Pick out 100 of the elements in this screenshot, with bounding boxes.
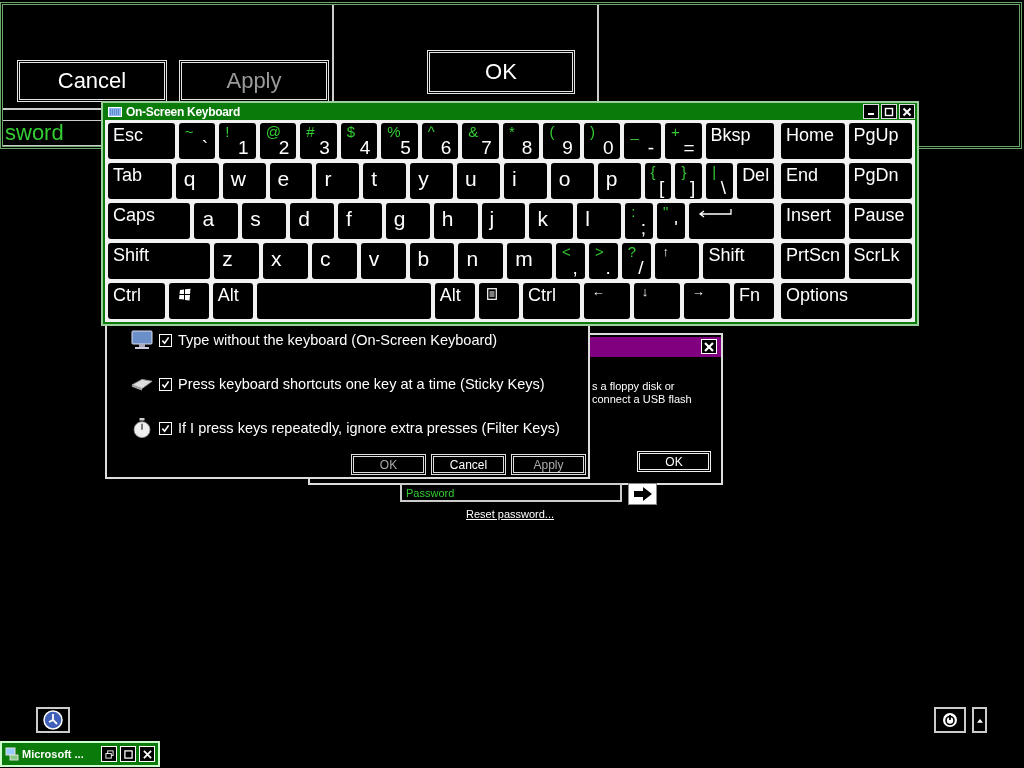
reset-password-link[interactable]: Reset password... [466, 508, 555, 520]
computer-icon [5, 747, 19, 761]
options-arrow-button[interactable] [972, 707, 987, 733]
keyboard-key[interactable]: Caps [108, 203, 191, 239]
keyboard-key[interactable]: } ] [675, 163, 703, 199]
keyboard-key[interactable]: > . [588, 243, 618, 279]
keyboard-key[interactable]: b [409, 243, 455, 279]
checkbox[interactable] [159, 421, 172, 435]
keyboard-key[interactable]: o [550, 163, 594, 199]
keyboard-key[interactable]: a [194, 203, 239, 239]
restore-button[interactable] [101, 746, 117, 762]
checkbox[interactable] [159, 333, 172, 347]
keyboard-key[interactable]: u [457, 163, 500, 199]
keyboard-key[interactable]: Alt [434, 283, 475, 319]
keyboard-key[interactable]: % 5 [381, 123, 418, 159]
minimized-window[interactable]: Microsoft ... [0, 741, 160, 767]
dialog-button[interactable]: Cancel [431, 454, 506, 475]
keyboard-key[interactable] [688, 203, 775, 239]
keyboard-key[interactable]: i [503, 163, 547, 199]
keyboard-key[interactable]: e [269, 163, 313, 199]
keyboard-key[interactable]: # 3 [300, 123, 337, 159]
ok-button[interactable]: OK [637, 451, 711, 472]
keyboard-key[interactable]: Pause [848, 203, 912, 239]
keyboard-key[interactable]: PgDn [848, 163, 912, 199]
keyboard-key[interactable]: ! 1 [219, 123, 256, 159]
keyboard-key[interactable]: End [781, 163, 845, 199]
keyboard-key[interactable]: Del [737, 163, 774, 199]
keyboard-key[interactable]: ~ ` [178, 123, 216, 159]
keyboard-key[interactable]: s [242, 203, 287, 239]
keyboard-key[interactable]: m [507, 243, 553, 279]
keyboard-key[interactable]: Ctrl [523, 283, 580, 319]
keyboard-key[interactable]: w [222, 163, 266, 199]
keyboard-icon [108, 106, 122, 117]
minimize-button[interactable] [863, 104, 879, 119]
keyboard-key[interactable]: c [311, 243, 357, 279]
power-icon [942, 712, 958, 728]
ease-of-access-button[interactable] [36, 707, 70, 733]
password-field[interactable]: Password [400, 483, 622, 502]
keyboard-key[interactable]: : ; [625, 203, 653, 239]
keyboard-key[interactable]: Shift [108, 243, 211, 279]
keyboard-key[interactable]: k [529, 203, 574, 239]
keyboard-key[interactable]: → [683, 283, 730, 319]
keyboard-key[interactable]: * 8 [502, 123, 540, 159]
keyboard-key[interactable]: h [433, 203, 478, 239]
keyboard-key[interactable]: ( 9 [543, 123, 580, 159]
keyboard-key[interactable]: z [214, 243, 260, 279]
keyboard-key[interactable]: n [458, 243, 504, 279]
keyboard-key[interactable]: p [597, 163, 641, 199]
keyboard-key[interactable]: ) 0 [583, 123, 621, 159]
keyboard-key[interactable]: Ctrl [108, 283, 165, 319]
keyboard-key[interactable]: & 7 [462, 123, 499, 159]
keyboard-key[interactable]: q [175, 163, 219, 199]
maximize-icon [123, 749, 133, 759]
keyboard-key[interactable]: { [ [644, 163, 672, 199]
keyboard-key[interactable]: Shift [703, 243, 774, 279]
keyboard-key[interactable]: Bksp [705, 123, 774, 159]
keyboard-key[interactable]: @ 2 [259, 123, 297, 159]
keyboard-key[interactable]: v [360, 243, 406, 279]
ok-button[interactable]: OK [427, 50, 575, 94]
keyboard-key[interactable]: ↑ [654, 243, 700, 279]
keyboard-key[interactable]: ↓ [633, 283, 680, 319]
keyboard-key[interactable] [478, 283, 519, 319]
keyboard-key[interactable]: PgUp [848, 123, 912, 159]
keyboard-key[interactable]: d [290, 203, 334, 239]
keyboard-key[interactable]: < , [556, 243, 585, 279]
keyboard-key[interactable]: " ' [657, 203, 685, 239]
keyboard-key[interactable]: ScrLk [848, 243, 912, 279]
keyboard-key[interactable]: y [410, 163, 453, 199]
keyboard-key[interactable]: PrtScn [781, 243, 845, 279]
window-title: On-Screen Keyboard [126, 104, 240, 119]
keyboard-key[interactable]: t [363, 163, 407, 199]
keyboard-key[interactable]: Alt [212, 283, 253, 319]
option-label: Press keyboard shortcuts one key at a time (Sticky Keys) [178, 376, 545, 392]
keyboard-key[interactable]: + = [665, 123, 702, 159]
maximize-button[interactable] [881, 104, 897, 119]
submit-button[interactable] [628, 483, 657, 505]
keyboard-key[interactable]: ? / [621, 243, 651, 279]
power-button[interactable] [934, 707, 966, 733]
keyboard-key[interactable]: f [338, 203, 382, 239]
keyboard-key[interactable]: ^ 6 [421, 123, 459, 159]
dialog-button[interactable]: Cancel [17, 60, 167, 102]
keyboard-key[interactable]: | \ [706, 163, 734, 199]
keyboard-key[interactable]: Options [781, 283, 912, 319]
keyboard-key[interactable]: $ 4 [340, 123, 378, 159]
keyboard-key[interactable]: l [577, 203, 622, 239]
keyboard-key[interactable]: j [481, 203, 526, 239]
keyboard-key[interactable]: Home [781, 123, 845, 159]
keyboard-key[interactable]: g [385, 203, 430, 239]
checkbox[interactable] [159, 377, 172, 391]
keyboard-key[interactable]: _ - [624, 123, 661, 159]
keyboard-key[interactable]: r [316, 163, 360, 199]
keyboard-key[interactable]: Fn [733, 283, 775, 319]
keyboard-key[interactable]: x [263, 243, 308, 279]
restore-icon [104, 749, 114, 759]
keyboard-key[interactable] [168, 283, 209, 319]
keyboard-key[interactable]: Tab [108, 163, 172, 199]
keyboard-key[interactable]: Esc [108, 123, 175, 159]
keyboard-key[interactable]: Insert [781, 203, 845, 239]
close-button[interactable] [899, 104, 915, 119]
keyboard-key[interactable]: ← [583, 283, 630, 319]
